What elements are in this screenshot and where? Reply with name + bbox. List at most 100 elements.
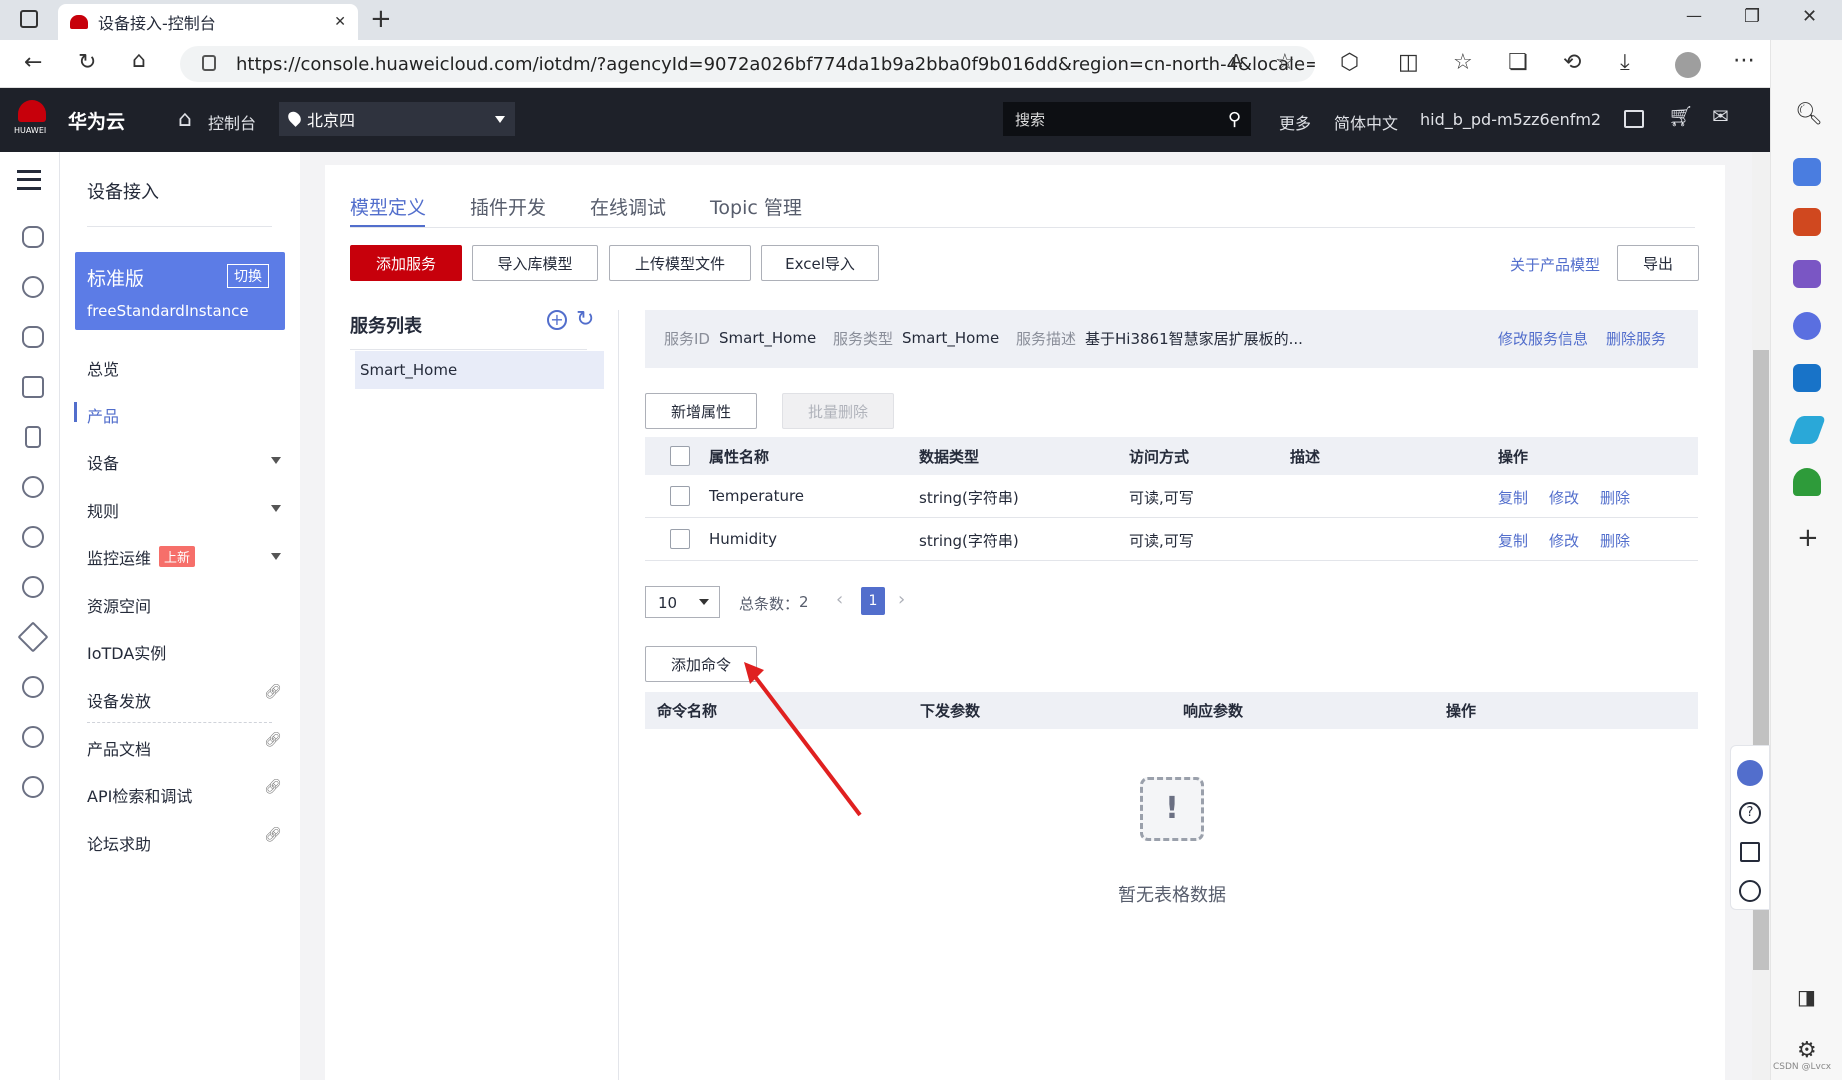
history-icon[interactable]: ⟲ bbox=[1563, 52, 1581, 74]
switch-button[interactable]: 切换 bbox=[227, 264, 269, 288]
cluster-icon[interactable] bbox=[22, 726, 44, 748]
sidebar-item-device[interactable]: 设备 bbox=[87, 450, 119, 474]
device-icon[interactable] bbox=[25, 426, 41, 448]
sidebar-item-provisioning[interactable]: 设备发放 bbox=[87, 688, 151, 712]
upload-model-button[interactable]: 上传模型文件 bbox=[609, 245, 751, 281]
external-link-icon[interactable]: 🔗︎ bbox=[264, 827, 282, 843]
next-page-icon[interactable]: › bbox=[898, 589, 905, 610]
tree-icon[interactable] bbox=[1793, 468, 1821, 496]
extensions-icon[interactable]: ⬡ bbox=[1340, 52, 1359, 74]
excel-import-button[interactable]: Excel导入 bbox=[761, 245, 879, 281]
logo-text[interactable]: 华为云 bbox=[68, 107, 125, 134]
browser-tab[interactable]: 设备接入-控制台 ✕ bbox=[58, 4, 358, 40]
select-all-checkbox[interactable] bbox=[670, 446, 690, 466]
sidebar-item-product[interactable]: 产品 bbox=[87, 403, 119, 427]
reload-icon[interactable]: ↻ bbox=[78, 52, 96, 74]
url-input[interactable]: https://console.huaweicloud.com/iotdm/?a… bbox=[180, 46, 1315, 82]
download-icon[interactable]: ⤓ bbox=[1620, 52, 1630, 74]
add-property-button[interactable]: 新增属性 bbox=[645, 393, 757, 429]
split-screen-icon[interactable]: ◫ bbox=[1398, 52, 1419, 74]
cloud-shell-icon[interactable] bbox=[1624, 110, 1644, 128]
refresh-icon[interactable]: ↻ bbox=[576, 307, 594, 332]
page-size-select[interactable]: 10 bbox=[645, 586, 720, 618]
chevron-down-icon[interactable] bbox=[271, 457, 281, 464]
tab-actions-icon[interactable] bbox=[20, 10, 38, 28]
huawei-logo[interactable]: HUAWEI bbox=[14, 100, 50, 140]
copy-link[interactable]: 复制 bbox=[1498, 487, 1528, 508]
tab-model-definition[interactable]: 模型定义 bbox=[350, 193, 426, 220]
help-icon[interactable]: ? bbox=[1739, 802, 1761, 824]
chevron-down-icon[interactable] bbox=[271, 553, 281, 560]
mail-icon[interactable]: ✉ bbox=[1712, 104, 1729, 128]
edition-card[interactable]: 标准版 切换 freeStandardInstance bbox=[75, 252, 285, 330]
new-tab-icon[interactable]: + bbox=[370, 6, 392, 32]
back-icon[interactable]: ← bbox=[24, 52, 42, 74]
storage-icon[interactable] bbox=[22, 326, 44, 348]
external-link-icon[interactable]: 🔗︎ bbox=[264, 732, 282, 748]
outlook-icon[interactable] bbox=[1793, 364, 1821, 392]
add-service-icon[interactable]: + bbox=[547, 310, 567, 330]
external-link-icon[interactable]: 🔗︎ bbox=[264, 779, 282, 795]
cloud-icon[interactable] bbox=[22, 276, 44, 298]
cloud-service-icon[interactable] bbox=[22, 476, 44, 498]
tab-topic-management[interactable]: Topic 管理 bbox=[710, 193, 802, 220]
language-select[interactable]: 简体中文 bbox=[1334, 110, 1398, 134]
sidebar-item-overview[interactable]: 总览 bbox=[87, 356, 119, 380]
export-button[interactable]: 导出 bbox=[1617, 245, 1699, 281]
more-link[interactable]: 更多 bbox=[1279, 110, 1311, 134]
search-input[interactable]: 搜索 ⚲ bbox=[1003, 102, 1251, 136]
cloud-server-icon[interactable] bbox=[22, 226, 44, 248]
external-link-icon[interactable]: 🔗︎ bbox=[264, 684, 282, 700]
send-icon[interactable] bbox=[1787, 416, 1827, 444]
cart-icon[interactable]: 🛒︎ bbox=[1668, 104, 1693, 128]
menu-hamburger-icon[interactable] bbox=[17, 170, 41, 190]
collections-icon[interactable]: ❏ bbox=[1508, 52, 1528, 74]
home-icon[interactable]: ⌂ bbox=[132, 50, 146, 72]
sidebar-item-resource-space[interactable]: 资源空间 bbox=[87, 593, 151, 617]
row-checkbox[interactable] bbox=[670, 486, 690, 506]
window-close-icon[interactable]: ✕ bbox=[1802, 8, 1817, 26]
smile-icon[interactable] bbox=[1739, 880, 1761, 902]
search-icon[interactable]: ⚲ bbox=[1228, 109, 1241, 130]
maximize-icon[interactable]: ❐ bbox=[1744, 8, 1760, 26]
sidebar-item-docs[interactable]: 产品文档 bbox=[87, 736, 151, 760]
more-icon[interactable]: ⋯ bbox=[1733, 50, 1755, 72]
add-icon[interactable]: + bbox=[1797, 525, 1819, 551]
office-icon[interactable] bbox=[1793, 312, 1821, 340]
service-list-item[interactable]: Smart_Home bbox=[355, 351, 604, 389]
shopping-icon[interactable] bbox=[1793, 158, 1821, 186]
read-aloud-icon[interactable]: A bbox=[1230, 53, 1242, 71]
customer-service-icon[interactable] bbox=[1737, 760, 1763, 786]
minimize-icon[interactable]: — bbox=[1686, 8, 1702, 24]
sidebar-item-api[interactable]: API检索和调试 bbox=[87, 783, 192, 807]
delete-link[interactable]: 删除 bbox=[1600, 487, 1630, 508]
copy-link[interactable]: 复制 bbox=[1498, 530, 1528, 551]
tab-plugin-development[interactable]: 插件开发 bbox=[470, 193, 546, 220]
ip-icon[interactable] bbox=[22, 676, 44, 698]
ai-icon[interactable] bbox=[17, 621, 49, 653]
prev-page-icon[interactable]: ‹ bbox=[836, 589, 843, 610]
favorite-add-icon[interactable]: ☆ bbox=[1275, 52, 1295, 74]
sidebar-toggle-icon[interactable]: ◨ bbox=[1797, 987, 1816, 1007]
sidebar-item-iotda-instance[interactable]: IoTDA实例 bbox=[87, 640, 166, 664]
search-icon[interactable]: 🔍︎ bbox=[1795, 104, 1823, 126]
feedback-icon[interactable] bbox=[1740, 842, 1760, 862]
profile-avatar[interactable] bbox=[1675, 52, 1701, 78]
region-select[interactable]: 北京四 bbox=[279, 102, 515, 136]
edit-link[interactable]: 修改 bbox=[1549, 530, 1579, 551]
settings-gear-icon[interactable]: ⚙ bbox=[1797, 1040, 1817, 1062]
sidebar-item-forum[interactable]: 论坛求助 bbox=[87, 831, 151, 855]
row-checkbox[interactable] bbox=[670, 529, 690, 549]
tab-close-icon[interactable]: ✕ bbox=[334, 14, 346, 30]
current-page[interactable]: 1 bbox=[861, 587, 885, 615]
network-icon[interactable] bbox=[22, 376, 44, 398]
games-icon[interactable] bbox=[1793, 260, 1821, 288]
cloud-sync-icon[interactable] bbox=[22, 576, 44, 598]
about-model-link[interactable]: 关于产品模型 bbox=[1510, 254, 1600, 275]
tab-online-debug[interactable]: 在线调试 bbox=[590, 193, 666, 220]
sidebar-item-monitoring[interactable]: 监控运维 bbox=[87, 545, 151, 569]
tools-icon[interactable] bbox=[1793, 208, 1821, 236]
delete-link[interactable]: 删除 bbox=[1600, 530, 1630, 551]
console-link[interactable]: 控制台 bbox=[208, 110, 256, 134]
chevron-down-icon[interactable] bbox=[271, 505, 281, 512]
